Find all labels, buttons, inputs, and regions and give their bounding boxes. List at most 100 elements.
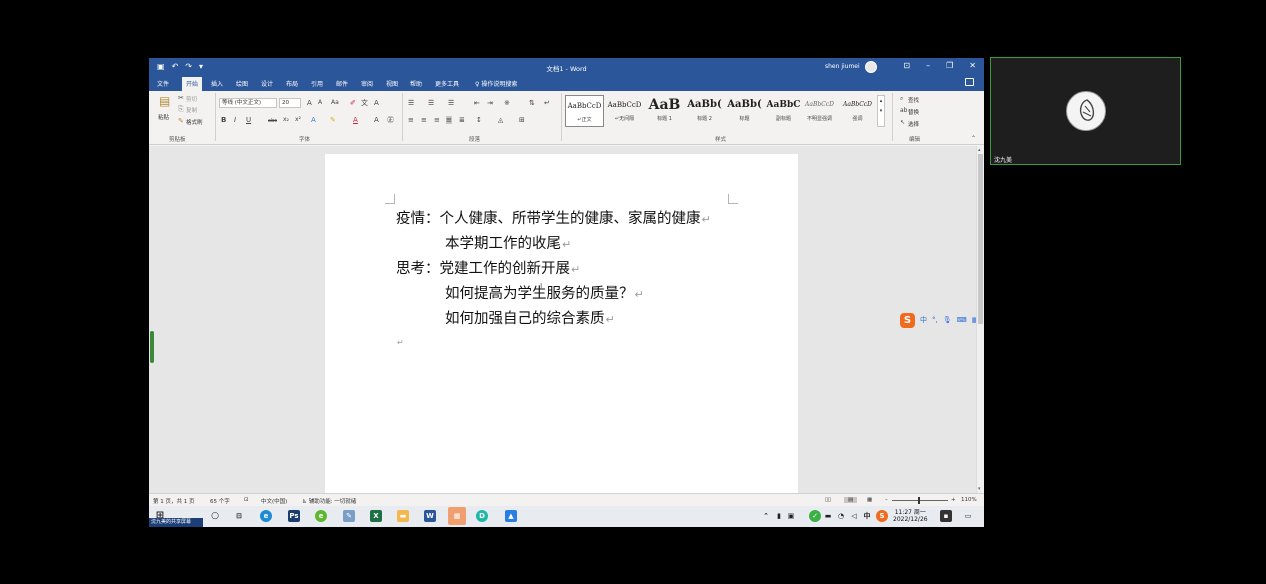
font-size-combo[interactable]: 20 — [279, 98, 301, 108]
show-marks-icon[interactable]: ↵ — [544, 99, 550, 107]
style-normal[interactable]: AaBbCcD ↵正文 — [565, 95, 604, 127]
copy-icon[interactable]: ⎘ — [178, 105, 184, 113]
tab-layout[interactable]: 布局 — [286, 79, 298, 88]
notification-icon[interactable]: ▭ — [962, 510, 974, 522]
numbering-icon[interactable]: ☰ — [428, 99, 434, 107]
tray-sogou-icon[interactable]: S — [876, 510, 888, 522]
format-painter-button[interactable]: 格式刷 — [186, 118, 203, 126]
vertical-scrollbar[interactable]: ▴ ▾ — [976, 146, 984, 493]
find-icon[interactable]: ⌕ — [900, 95, 903, 103]
change-case-icon[interactable]: Aa — [331, 99, 339, 107]
text-effects-icon[interactable]: A — [311, 116, 316, 124]
tab-design[interactable]: 设计 — [261, 79, 273, 88]
zoom-slider-knob[interactable] — [918, 497, 920, 504]
file-explorer-icon[interactable]: ▬ — [397, 510, 409, 522]
task-view-icon[interactable]: ⊟ — [233, 510, 245, 522]
underline-icon[interactable]: U — [246, 116, 251, 124]
tray-ime-icon[interactable]: 中 — [861, 510, 873, 522]
zoom-in-button[interactable]: + — [951, 497, 956, 503]
word-count[interactable]: 65 个字 — [210, 497, 230, 505]
tab-more-tools[interactable]: 更多工具 — [435, 79, 459, 88]
tab-insert[interactable]: 插入 — [211, 79, 223, 88]
tray-mic-icon[interactable]: ▮ — [773, 510, 785, 522]
tab-review[interactable]: 审阅 — [361, 79, 373, 88]
ime-toolbar[interactable]: S 中 °, 🎙 ⌨ ▦ — [900, 312, 984, 328]
clear-formatting-icon[interactable]: ✐ — [350, 99, 356, 107]
zoom-out-button[interactable]: – — [885, 497, 888, 503]
microphone-icon[interactable]: 🎙 — [943, 316, 952, 324]
scrollbar-thumb[interactable] — [978, 154, 983, 324]
enclose-characters-icon[interactable]: ㊣ — [387, 116, 394, 124]
sort-icon[interactable]: ⇅ — [529, 99, 535, 107]
punctuation-icon[interactable]: °, — [932, 316, 938, 324]
style-no-spacing[interactable]: AaBbCcD ↵无间隔 — [605, 95, 644, 127]
bullets-icon[interactable]: ☰ — [408, 99, 414, 107]
photoshop-icon[interactable]: Ps — [288, 510, 300, 522]
user-avatar[interactable] — [865, 61, 877, 73]
style-heading-2[interactable]: AaBb( 标题 2 — [685, 95, 724, 127]
select-button[interactable]: 选择 — [908, 120, 919, 128]
grow-font-icon[interactable]: A — [307, 99, 312, 107]
zoom-slider[interactable] — [892, 497, 948, 504]
tray-volume-icon[interactable]: ◁ — [848, 510, 860, 522]
tab-help[interactable]: 帮助 — [410, 79, 422, 88]
line-spacing-icon[interactable]: ↕ — [476, 116, 482, 124]
chinese-layout-icon[interactable]: ※ — [504, 99, 510, 107]
style-subtitle[interactable]: AaBbC 副标题 — [764, 95, 803, 127]
sogou-logo-icon[interactable]: S — [900, 312, 915, 328]
cut-button[interactable]: 剪切 — [186, 95, 197, 103]
word-icon[interactable]: W — [424, 510, 436, 522]
tell-me-search[interactable]: ♀ 操作说明搜索 — [475, 79, 517, 88]
superscript-icon[interactable]: x² — [295, 116, 301, 124]
borders-icon[interactable]: ⊞ — [519, 116, 525, 124]
align-left-icon[interactable]: ≡ — [408, 116, 414, 124]
print-layout-icon[interactable]: ▤ — [844, 497, 858, 503]
excel-icon[interactable]: X — [370, 510, 382, 522]
format-painter-icon[interactable]: ✎ — [178, 117, 184, 125]
scroll-down-icon[interactable]: ▾ — [978, 486, 981, 492]
subscript-icon[interactable]: x₂ — [283, 116, 289, 124]
tab-home[interactable]: 开始 — [182, 77, 203, 91]
user-name[interactable]: shen jiumei — [825, 63, 860, 70]
paste-button[interactable]: 粘贴 — [158, 113, 169, 121]
edge-browser-icon[interactable]: e — [260, 510, 272, 522]
ribbon-display-options-icon[interactable]: ⊡ — [903, 61, 910, 71]
participant-video-tile[interactable]: 沈九美 — [990, 57, 1181, 165]
copy-button[interactable]: 复制 — [186, 106, 197, 114]
zoom-level[interactable]: 110% — [961, 497, 977, 503]
browser-360-icon[interactable]: e — [315, 510, 327, 522]
collapse-ribbon-icon[interactable]: ⌃ — [971, 135, 976, 143]
increase-indent-icon[interactable]: ⇥ — [487, 99, 493, 107]
font-color-icon[interactable]: A — [353, 116, 358, 124]
highlight-color-icon[interactable]: ✎ — [330, 116, 336, 124]
bold-icon[interactable]: B — [221, 116, 226, 124]
tray-network-icon[interactable]: ◔ — [835, 510, 847, 522]
character-shading-icon[interactable]: A — [374, 116, 379, 124]
side-panel-handle[interactable] — [150, 331, 154, 363]
tab-draw[interactable]: 绘图 — [236, 79, 248, 88]
feather-app-icon[interactable]: ✎ — [343, 510, 355, 522]
style-heading-1[interactable]: AaB 标题 1 — [645, 95, 684, 127]
meeting-app-icon[interactable]: ▲ — [505, 510, 517, 522]
tab-mailings[interactable]: 邮件 — [336, 79, 348, 88]
style-emphasis[interactable]: AaBbCcD 强调 — [838, 95, 877, 127]
app-d-icon[interactable]: D — [476, 510, 488, 522]
taskbar-clock[interactable]: 11:27 周一 2022/12/26 — [893, 509, 928, 523]
scroll-up-icon[interactable]: ▴ — [978, 147, 981, 153]
decrease-indent-icon[interactable]: ⇤ — [474, 99, 480, 107]
maximize-button[interactable]: ❐ — [946, 61, 953, 71]
align-center-icon[interactable]: ≡ — [421, 116, 427, 124]
shrink-font-icon[interactable]: A — [318, 99, 322, 107]
language-indicator[interactable]: 中文(中国) — [261, 497, 287, 505]
minimize-button[interactable]: – — [926, 61, 930, 71]
tray-battery-icon[interactable]: ▬ — [822, 510, 834, 522]
align-right-icon[interactable]: ≡ — [434, 116, 440, 124]
tray-expand-icon[interactable]: ⌃ — [760, 510, 772, 522]
multilevel-list-icon[interactable]: ☰ — [448, 99, 454, 107]
strikethrough-icon[interactable]: abc — [268, 117, 277, 125]
tab-file[interactable]: 文件 — [157, 79, 169, 88]
tab-references[interactable]: 引用 — [311, 79, 323, 88]
shading-icon[interactable]: ◬ — [498, 116, 503, 124]
cut-icon[interactable]: ✂ — [178, 94, 184, 102]
close-button[interactable]: ✕ — [969, 61, 976, 71]
